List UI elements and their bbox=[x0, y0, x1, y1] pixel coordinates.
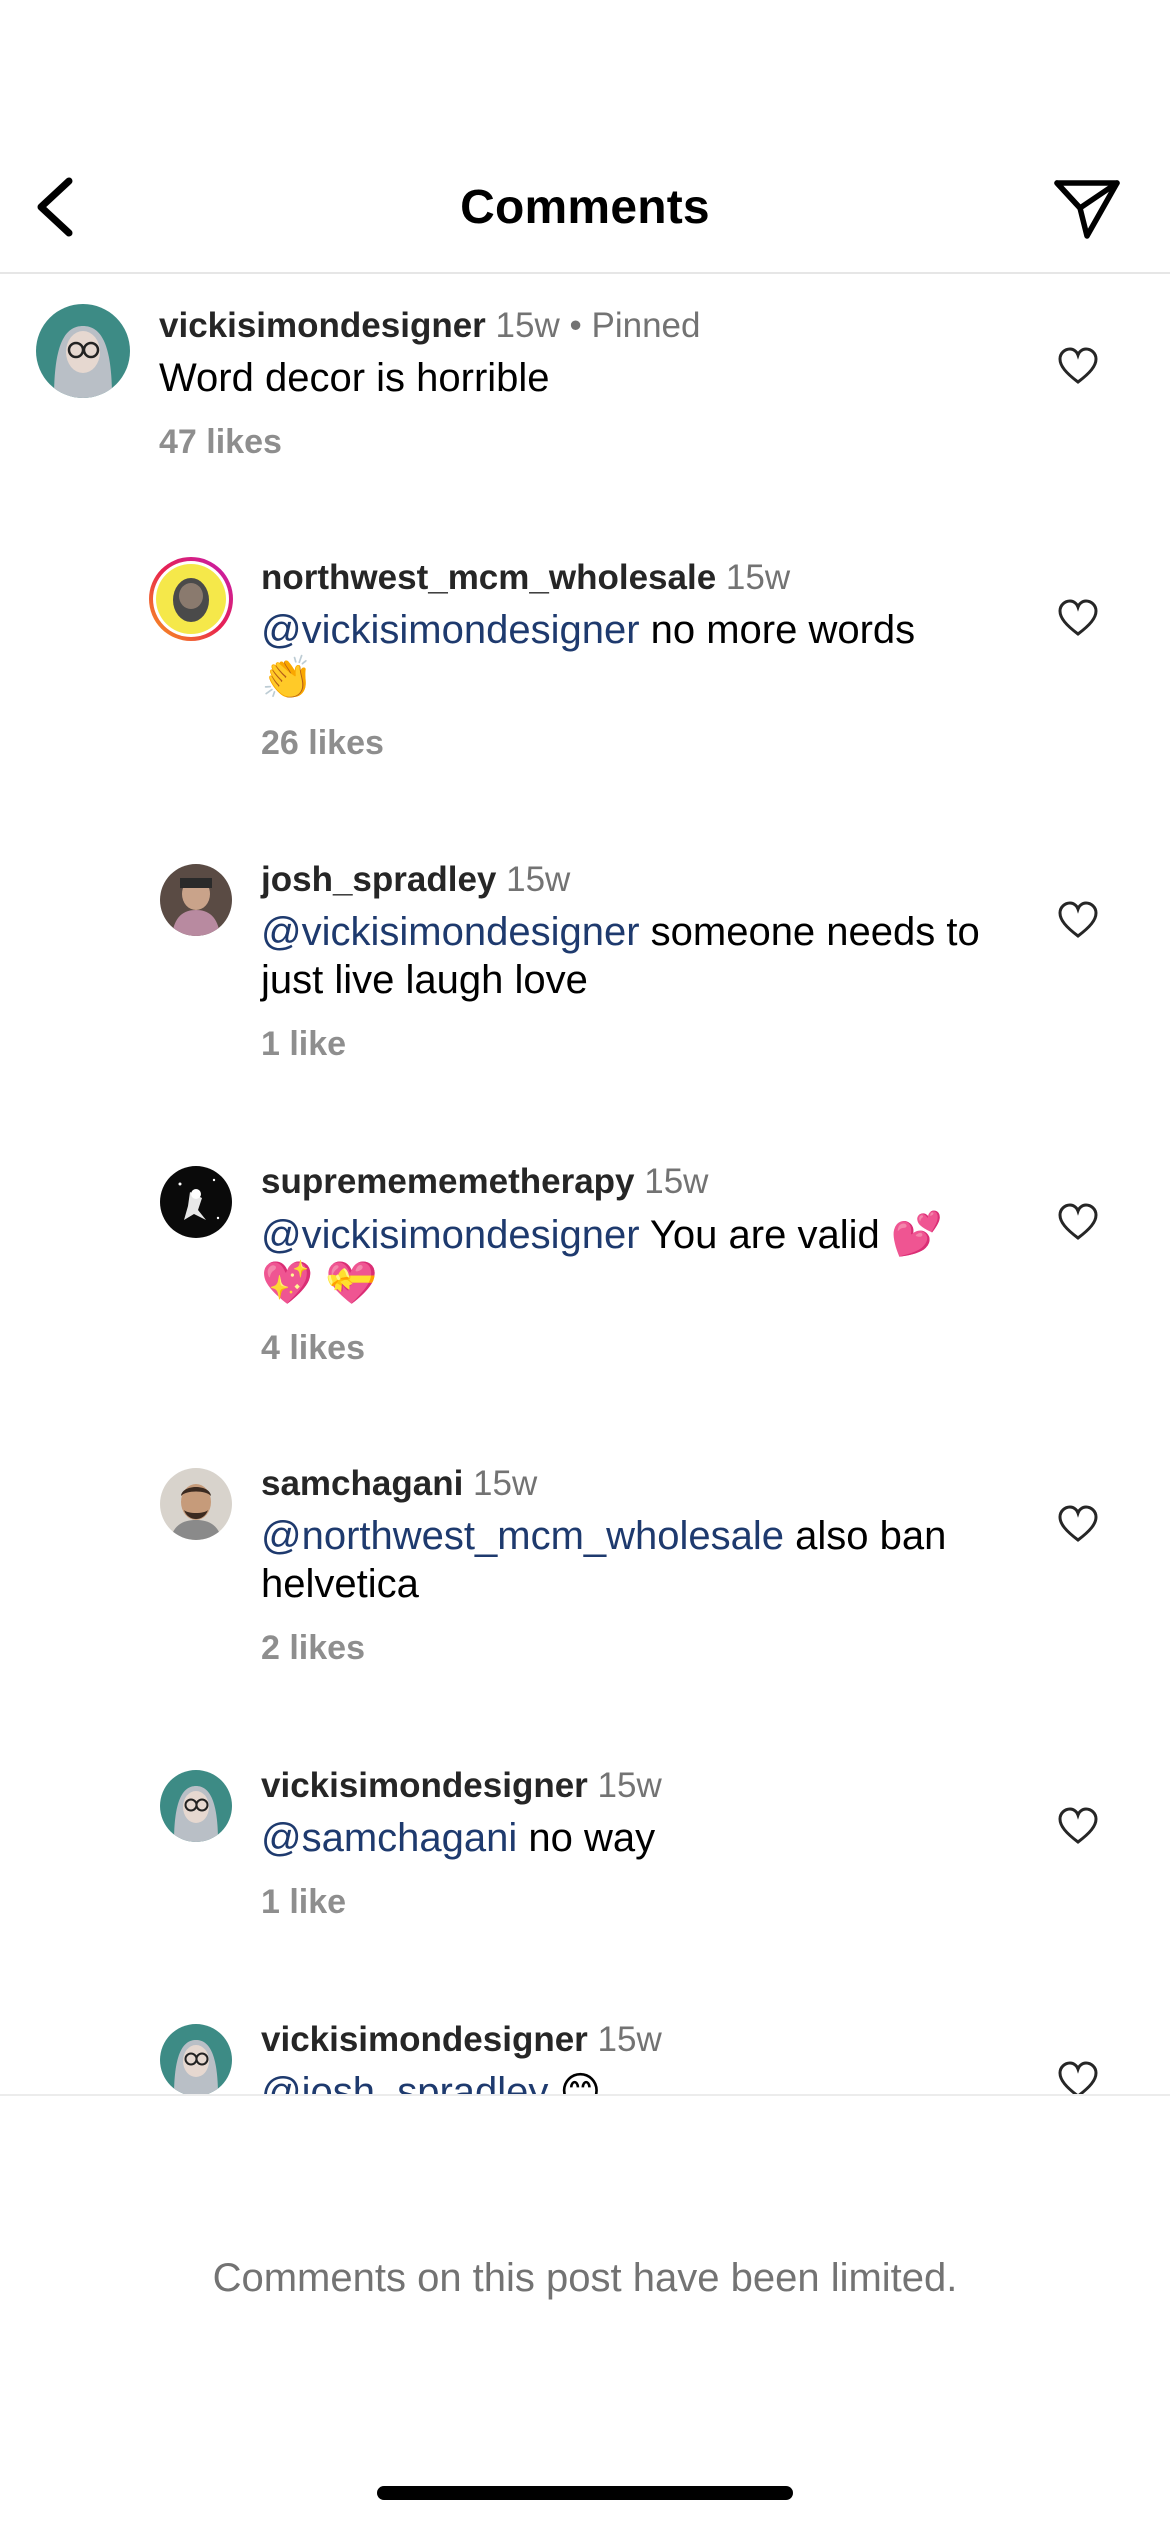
heart-icon[interactable] bbox=[1056, 2058, 1100, 2094]
user-avatar-image bbox=[149, 557, 233, 641]
comments-header: Comments bbox=[0, 150, 1170, 272]
heart-icon[interactable] bbox=[1056, 1200, 1100, 1244]
heart-icon[interactable] bbox=[1056, 596, 1100, 640]
mention-link[interactable]: @josh_spradley bbox=[261, 2070, 548, 2094]
comment-time: 15w bbox=[644, 1162, 709, 1201]
page-title: Comments bbox=[460, 181, 710, 234]
comments-limited-notice: Comments on this post have been limited. bbox=[212, 2256, 958, 2300]
comment-item: samchagani 15w @northwest_mcm_wholesale … bbox=[0, 1462, 1170, 1702]
comment-item: vickisimondesigner 15w @josh_spradley 😊 bbox=[0, 2018, 1170, 2094]
heart-icon[interactable] bbox=[1056, 898, 1100, 942]
comment-item: vickisimondesigner 15w @samchagani no wa… bbox=[0, 1764, 1170, 1964]
comment-time: 15w bbox=[597, 1766, 662, 1805]
mention-link[interactable]: @vickisimondesigner bbox=[261, 1213, 640, 1257]
comment-text: @vickisimondesigner no more words 👏 bbox=[261, 606, 1000, 703]
mention-link[interactable]: @vickisimondesigner bbox=[261, 608, 640, 652]
share-button[interactable] bbox=[1050, 172, 1124, 246]
comment-username[interactable]: josh_spradley bbox=[261, 860, 496, 899]
home-indicator[interactable] bbox=[377, 2486, 793, 2500]
likes-count[interactable]: 4 likes bbox=[261, 1326, 1000, 1370]
comment-emoji: 👏 bbox=[261, 654, 314, 701]
comment-item: josh_spradley 15w @vickisimondesigner so… bbox=[0, 858, 1170, 1098]
separator-dot: • bbox=[569, 306, 582, 345]
comment-username[interactable]: northwest_mcm_wholesale bbox=[261, 558, 716, 597]
paper-plane-icon bbox=[1054, 180, 1120, 239]
mention-link[interactable]: @samchagani bbox=[261, 1816, 517, 1860]
user-avatar-image bbox=[160, 1468, 232, 1540]
comment-text-body: 😊 bbox=[548, 2070, 602, 2094]
likes-count[interactable]: 2 likes bbox=[261, 1626, 1000, 1670]
comment-text: @vickisimondesigner You are valid 💕 💖 💝 bbox=[261, 1210, 1000, 1308]
comment-text: @vickisimondesigner someone needs to jus… bbox=[261, 908, 1000, 1004]
comments-list[interactable]: vickisimondesigner 15w • Pinned Word dec… bbox=[0, 274, 1170, 2094]
comment-username[interactable]: suprememe​metherapy bbox=[261, 1162, 635, 1201]
comment-username[interactable]: samchagani bbox=[261, 1464, 463, 1503]
comment-text-body: You are valid bbox=[639, 1213, 880, 1257]
comment-text: @josh_spradley 😊 bbox=[261, 2068, 1000, 2094]
avatar[interactable] bbox=[36, 304, 130, 398]
comment-time: 15w bbox=[597, 2020, 662, 2059]
avatar[interactable] bbox=[160, 1468, 232, 1540]
mention-link[interactable]: @northwest_mcm_wholesale bbox=[261, 1514, 784, 1558]
heart-icon[interactable] bbox=[1056, 1804, 1100, 1848]
comment-text: @northwest_mcm_wholesale also ban helvet… bbox=[261, 1512, 1000, 1608]
comment-text-body: no more words bbox=[639, 608, 916, 652]
likes-count[interactable]: 47 likes bbox=[159, 420, 1000, 464]
comment-username[interactable]: vickisimondesigner bbox=[159, 306, 486, 345]
comment-time: 15w bbox=[473, 1464, 538, 1503]
comment-item: vickisimondesigner 15w • Pinned Word dec… bbox=[0, 304, 1170, 484]
comment-item: suprememe​metherapy 15w @vickisimondesig… bbox=[0, 1160, 1170, 1400]
comment-time: 15w bbox=[495, 306, 560, 345]
comment-text: Word decor is horrible bbox=[159, 356, 550, 400]
comment-time: 15w bbox=[506, 860, 571, 899]
comment-time: 15w bbox=[725, 558, 791, 597]
likes-count[interactable]: 26 likes bbox=[261, 721, 1000, 765]
avatar[interactable] bbox=[160, 1166, 232, 1238]
comment-username[interactable]: vickisimondesigner bbox=[261, 1766, 588, 1805]
avatar[interactable] bbox=[160, 1770, 232, 1842]
user-avatar-image bbox=[160, 864, 232, 936]
comment-text: @samchagani no way bbox=[261, 1814, 1000, 1862]
comment-footer: Comments on this post have been limited. bbox=[0, 2094, 1170, 2534]
heart-icon[interactable] bbox=[1056, 1502, 1100, 1546]
comment-text-body: no way bbox=[517, 1816, 656, 1860]
user-avatar-image bbox=[160, 2024, 232, 2094]
heart-icon[interactable] bbox=[1056, 344, 1100, 388]
mention-link[interactable]: @vickisimondesigner bbox=[261, 910, 640, 954]
pinned-label: Pinned bbox=[591, 306, 701, 345]
user-avatar-image bbox=[160, 1770, 232, 1842]
avatar[interactable] bbox=[148, 556, 234, 642]
comment-username[interactable]: vickisimondesigner bbox=[261, 2020, 588, 2059]
avatar[interactable] bbox=[160, 864, 232, 936]
comment-item: northwest_mcm_wholesale 15w @vickisimond… bbox=[0, 556, 1170, 796]
likes-count[interactable]: 1 like bbox=[261, 1880, 1000, 1924]
likes-count[interactable]: 1 like bbox=[261, 1022, 1000, 1066]
user-avatar-image bbox=[160, 1166, 232, 1238]
user-avatar-image bbox=[36, 304, 130, 398]
avatar[interactable] bbox=[160, 2024, 232, 2094]
